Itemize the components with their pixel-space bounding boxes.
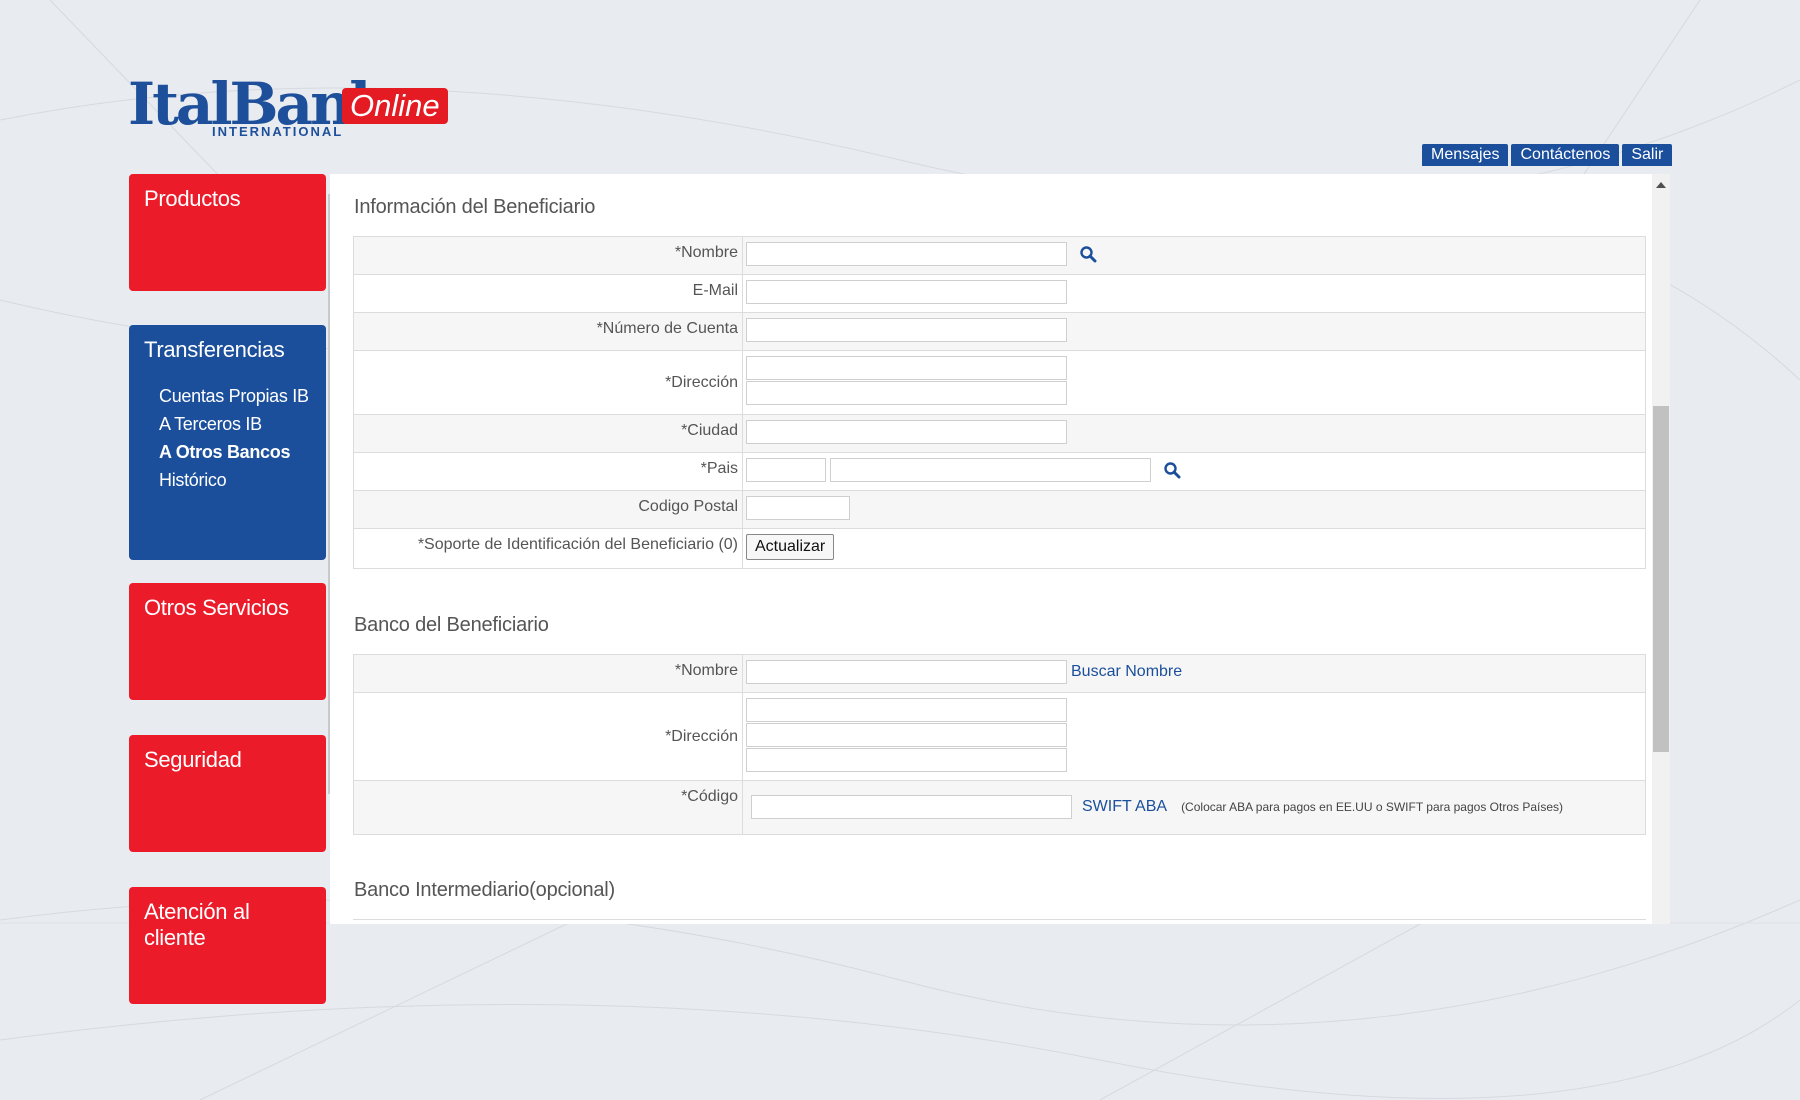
transfer-form-panel: Información del Beneficiario *Nombre E-M… <box>330 174 1670 924</box>
italbank-logo[interactable]: ItalBank Online INTERNATIONAL <box>128 70 448 142</box>
banco-direccion-line1-input[interactable] <box>746 698 1067 722</box>
codigo-swift-aba-input[interactable] <box>751 795 1072 819</box>
banco-form-table: *Nombre Buscar Nombre *Dirección *Código… <box>353 654 1646 835</box>
pais-label: *Pais <box>353 452 743 491</box>
buscar-nombre-link[interactable]: Buscar Nombre <box>1071 663 1182 681</box>
salir-link[interactable]: Salir <box>1622 144 1673 166</box>
beneficiario-ciudad-input[interactable] <box>746 420 1067 444</box>
cuenta-label: *Número de Cuenta <box>353 312 743 351</box>
email-label: E-Mail <box>353 274 743 313</box>
banco-direccion-label: *Dirección <box>353 692 743 781</box>
pais-name-input[interactable] <box>830 458 1151 482</box>
sidebar-item-productos[interactable]: Productos <box>129 174 326 291</box>
sidebar-item-transferencias[interactable]: Transferencias Cuentas Propias IB A Terc… <box>129 325 326 560</box>
submenu-item-otros-bancos[interactable]: A Otros Bancos <box>159 441 311 463</box>
postal-label: Codigo Postal <box>353 490 743 529</box>
transferencias-submenu: Cuentas Propias IB A Terceros IB A Otros… <box>129 385 326 491</box>
form-row: *Dirección <box>353 350 1646 415</box>
submenu-item-terceros[interactable]: A Terceros IB <box>159 413 311 435</box>
actualizar-button[interactable]: Actualizar <box>746 534 835 560</box>
form-row: *Ciudad <box>353 414 1646 453</box>
sidebar-item-atencion[interactable]: Atención al cliente <box>129 887 326 1004</box>
form-row: Codigo Postal <box>353 490 1646 529</box>
content-scroll-thumb[interactable] <box>1653 406 1669 752</box>
codigo-help-note: (Colocar ABA para pagos en EE.UU o SWIFT… <box>1181 800 1564 814</box>
direccion-label: *Dirección <box>353 350 743 415</box>
beneficiario-direccion-line1-input[interactable] <box>746 356 1067 380</box>
intermediario-section-title: Banco Intermediario(opcional) <box>354 879 616 901</box>
codigo-label: *Código <box>353 780 743 835</box>
logo-subtitle: INTERNATIONAL <box>212 124 344 139</box>
form-row: *Pais <box>353 452 1646 491</box>
beneficiario-cuenta-input[interactable] <box>746 318 1067 342</box>
beneficiario-email-input[interactable] <box>746 280 1067 304</box>
scroll-up-arrow-icon[interactable] <box>1656 182 1666 188</box>
sidebar-item-label: Atención al cliente <box>144 899 250 950</box>
intermediario-table-edge <box>353 919 1646 920</box>
mensajes-link[interactable]: Mensajes <box>1422 144 1509 166</box>
sidebar-item-label: Productos <box>144 186 241 211</box>
form-row: *Código SWIFT ABA (Colocar ABA para pago… <box>353 780 1646 835</box>
search-icon[interactable] <box>1079 245 1097 263</box>
beneficiario-nombre-input[interactable] <box>746 242 1067 266</box>
sidebar-item-label: Seguridad <box>144 747 242 772</box>
logo-online-badge: Online <box>342 88 448 124</box>
submenu-item-historico[interactable]: Histórico <box>159 469 311 491</box>
banco-direccion-line3-input[interactable] <box>746 748 1067 772</box>
content-scrollbar[interactable] <box>1652 174 1670 924</box>
soporte-label: *Soporte de Identificación del Beneficia… <box>353 528 743 569</box>
form-row: *Nombre <box>353 236 1646 275</box>
sidebar-item-otros-servicios[interactable]: Otros Servicios <box>129 583 326 700</box>
banco-direccion-line2-input[interactable] <box>746 723 1067 747</box>
form-row: *Dirección <box>353 692 1646 781</box>
banco-nombre-input[interactable] <box>746 660 1067 684</box>
beneficiario-form-table: *Nombre E-Mail *Número de Cuenta *Direcc… <box>353 236 1646 569</box>
search-icon[interactable] <box>1163 461 1181 479</box>
banco-nombre-label: *Nombre <box>353 654 743 693</box>
form-row: *Soporte de Identificación del Beneficia… <box>353 528 1646 569</box>
pais-code-input[interactable] <box>746 458 826 482</box>
sidebar-item-label: Transferencias <box>144 337 285 362</box>
top-navigation: Mensajes Contáctenos Salir <box>1422 144 1673 166</box>
sidebar-item-label: Otros Servicios <box>144 595 289 620</box>
banco-section-title: Banco del Beneficiario <box>354 614 549 636</box>
nombre-label: *Nombre <box>353 236 743 275</box>
swift-aba-label: SWIFT ABA <box>1082 798 1168 815</box>
form-row: *Número de Cuenta <box>353 312 1646 351</box>
beneficiario-direccion-line2-input[interactable] <box>746 381 1067 405</box>
form-row: E-Mail <box>353 274 1646 313</box>
contactenos-link[interactable]: Contáctenos <box>1511 144 1620 166</box>
sidebar-item-seguridad[interactable]: Seguridad <box>129 735 326 852</box>
codigo-postal-input[interactable] <box>746 496 850 520</box>
submenu-item-cuentas-propias[interactable]: Cuentas Propias IB <box>159 385 311 407</box>
ciudad-label: *Ciudad <box>353 414 743 453</box>
form-row: *Nombre Buscar Nombre <box>353 654 1646 693</box>
beneficiario-section-title: Información del Beneficiario <box>354 196 596 218</box>
